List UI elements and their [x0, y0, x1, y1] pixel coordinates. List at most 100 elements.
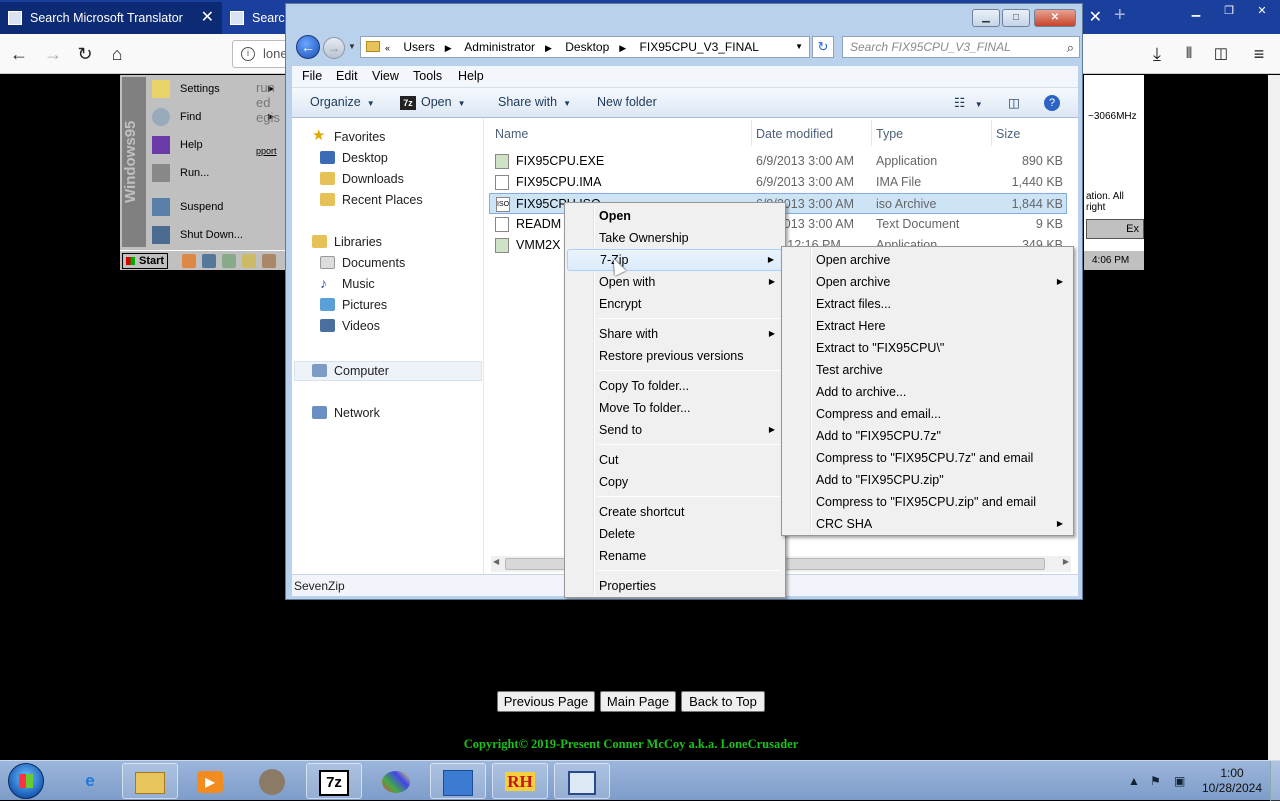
- browser-minimize-icon[interactable]: ▁: [1183, 3, 1209, 19]
- nav-favorites[interactable]: ★ Favorites: [312, 127, 385, 147]
- windows-explorer-icon[interactable]: [122, 763, 178, 799]
- ctx-open-with[interactable]: Open with ▶: [567, 271, 783, 293]
- column-type[interactable]: Type: [876, 127, 903, 141]
- paint-icon[interactable]: [368, 763, 424, 799]
- tab-close-icon[interactable]: ✕: [1089, 2, 1102, 34]
- recent-pages-chevron-icon[interactable]: ▼: [348, 42, 356, 51]
- ctx-rename[interactable]: Rename: [567, 545, 783, 567]
- ctx-open[interactable]: Open: [567, 205, 783, 227]
- info-icon[interactable]: i: [241, 47, 255, 61]
- share-with-button[interactable]: Share with ▼: [498, 95, 571, 109]
- zip-add-to-archive[interactable]: Add to archive...: [784, 381, 1071, 403]
- nav-libraries[interactable]: Libraries: [312, 232, 382, 252]
- show-desktop-button[interactable]: [1270, 761, 1280, 801]
- ctx-encrypt[interactable]: Encrypt: [567, 293, 783, 315]
- column-divider[interactable]: [991, 120, 992, 146]
- control-panel-icon[interactable]: [430, 763, 486, 799]
- nav-computer[interactable]: Computer: [312, 361, 389, 381]
- ctx-properties[interactable]: Properties: [567, 575, 783, 597]
- zip-add-to-zip[interactable]: Add to "FIX95CPU.zip": [784, 469, 1071, 491]
- media-player-icon[interactable]: ▶: [182, 763, 238, 799]
- resource-hacker-icon[interactable]: RH: [492, 763, 548, 799]
- ctx-cut[interactable]: Cut: [567, 449, 783, 471]
- network-tray-icon[interactable]: ▣: [1174, 774, 1185, 788]
- new-tab-icon[interactable]: +: [1114, 4, 1126, 27]
- tab-close-icon[interactable]: ✕: [201, 2, 214, 34]
- back-to-top-button[interactable]: Back to Top: [681, 691, 765, 712]
- download-icon[interactable]: ⤓: [1144, 42, 1170, 66]
- menu-help[interactable]: Help: [458, 69, 484, 83]
- ctx-create-shortcut[interactable]: Create shortcut: [567, 501, 783, 523]
- address-bar[interactable]: « Users ▶ Administrator ▶ Desktop ▶ FIX95CP…: [360, 36, 810, 58]
- scroll-right-icon[interactable]: ▶: [1063, 557, 1069, 566]
- browser-tab-search[interactable]: Search: [222, 2, 292, 34]
- show-hidden-icons-icon[interactable]: ▲: [1128, 774, 1140, 788]
- breadcrumb-sep-icon[interactable]: ▶: [619, 43, 626, 53]
- breadcrumb-desktop[interactable]: Desktop: [565, 40, 609, 54]
- main-page-button[interactable]: Main Page: [600, 691, 676, 712]
- open-button[interactable]: 7z Open ▼: [400, 95, 466, 110]
- breadcrumb-users[interactable]: Users: [403, 40, 434, 54]
- nav-pictures[interactable]: Pictures: [320, 295, 387, 315]
- virtual-machine-icon[interactable]: [554, 763, 610, 799]
- menu-edit[interactable]: Edit: [336, 69, 358, 83]
- nav-videos[interactable]: Videos: [320, 316, 380, 336]
- back-arrow-icon[interactable]: ←: [6, 42, 32, 66]
- ctx-delete[interactable]: Delete: [567, 523, 783, 545]
- search-icon[interactable]: ⌕: [1067, 38, 1074, 58]
- home-icon[interactable]: ⌂: [104, 42, 130, 66]
- column-name[interactable]: Name: [495, 127, 528, 141]
- browser-close-icon[interactable]: ✕: [1249, 3, 1275, 19]
- sidebar-icon[interactable]: ◫: [1208, 42, 1234, 66]
- scroll-left-icon[interactable]: ◀: [493, 557, 499, 566]
- help-icon[interactable]: ?: [1044, 95, 1060, 111]
- ctx-share-with[interactable]: Share with ▶: [567, 323, 783, 345]
- nav-recent-places[interactable]: Recent Places: [320, 190, 423, 210]
- zip-crc-sha[interactable]: CRC SHA ▶: [784, 513, 1071, 535]
- zip-extract-here[interactable]: Extract Here: [784, 315, 1071, 337]
- file-row[interactable]: FIX95CPU.IMA 6/9/2013 3:00 AM IMA File 1…: [489, 172, 1067, 193]
- breadcrumb-administrator[interactable]: Administrator: [464, 40, 535, 54]
- menu-view[interactable]: View: [372, 69, 399, 83]
- zip-compress-7z-email[interactable]: Compress to "FIX95CPU.7z" and email: [784, 447, 1071, 469]
- close-icon[interactable]: ✕: [1034, 9, 1076, 27]
- previous-page-button[interactable]: Previous Page: [497, 691, 595, 712]
- preview-pane-icon[interactable]: ◫: [1008, 95, 1020, 110]
- raccoon-app-icon[interactable]: [244, 763, 300, 799]
- ctx-restore-previous-versions[interactable]: Restore previous versions: [567, 345, 783, 367]
- column-date-modified[interactable]: Date modified: [756, 127, 833, 141]
- forward-arrow-icon[interactable]: →: [40, 42, 66, 66]
- nav-documents[interactable]: Documents: [320, 253, 405, 273]
- breadcrumb-overflow-icon[interactable]: «: [385, 43, 390, 53]
- minimize-icon[interactable]: ▁: [972, 9, 1000, 27]
- maximize-icon[interactable]: □: [1002, 9, 1030, 27]
- browser-tab-close-partial[interactable]: ✕: [1082, 2, 1110, 34]
- zip-extract-to-folder[interactable]: Extract to "FIX95CPU\": [784, 337, 1071, 359]
- url-bar[interactable]: i lone: [232, 40, 292, 68]
- breadcrumb-sep-icon[interactable]: ▶: [545, 43, 552, 53]
- column-divider[interactable]: [871, 120, 872, 146]
- nav-network[interactable]: Network: [312, 403, 380, 423]
- back-arrow-icon[interactable]: ←: [296, 35, 320, 59]
- page-scrollbar[interactable]: [1268, 75, 1280, 760]
- forward-arrow-icon[interactable]: →: [323, 37, 345, 59]
- browser-restore-icon[interactable]: ❐: [1216, 3, 1242, 19]
- column-size[interactable]: Size: [996, 127, 1020, 141]
- hamburger-menu-icon[interactable]: ≡: [1246, 42, 1272, 66]
- 7zip-icon[interactable]: 7z: [306, 763, 362, 799]
- ctx-copy-to-folder[interactable]: Copy To folder...: [567, 375, 783, 397]
- library-icon[interactable]: ⫴: [1176, 42, 1202, 66]
- action-center-flag-icon[interactable]: ⚑: [1150, 774, 1161, 788]
- browser-tab-translator[interactable]: Search Microsoft Translator ✕: [0, 2, 222, 34]
- menu-file[interactable]: File: [302, 69, 322, 83]
- breadcrumb-sep-icon[interactable]: ▶: [445, 43, 452, 53]
- refresh-icon[interactable]: ↻: [812, 36, 834, 58]
- internet-explorer-icon[interactable]: e: [62, 763, 118, 799]
- new-folder-button[interactable]: New folder: [597, 95, 657, 109]
- reload-icon[interactable]: ↻: [72, 42, 98, 66]
- address-dropdown-icon[interactable]: ▼: [795, 37, 803, 57]
- zip-extract-files[interactable]: Extract files...: [784, 293, 1071, 315]
- zip-open-archive[interactable]: Open archive: [784, 249, 1071, 271]
- zip-compress-zip-email[interactable]: Compress to "FIX95CPU.zip" and email: [784, 491, 1071, 513]
- menu-tools[interactable]: Tools: [413, 69, 442, 83]
